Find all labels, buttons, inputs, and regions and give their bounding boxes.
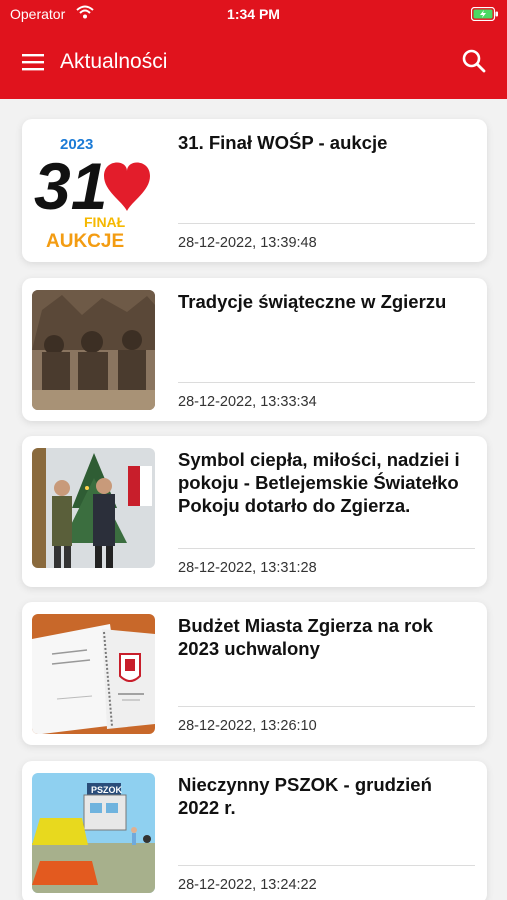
news-date: 28-12-2022, 13:39:48 xyxy=(178,235,317,251)
archival-photo xyxy=(32,290,155,410)
battery-icon xyxy=(470,6,499,24)
status-bar: Operator 1:34 PM xyxy=(0,0,507,28)
divider xyxy=(178,223,475,224)
news-thumbnail: PSZOK xyxy=(32,773,155,893)
news-item[interactable]: 2023 31 FINAŁ AUKCJE 31. Finał WOŚP - au… xyxy=(22,119,487,262)
menu-button[interactable] xyxy=(20,50,48,74)
search-icon xyxy=(462,49,486,73)
document-photo xyxy=(32,614,155,734)
news-date: 28-12-2022, 13:33:34 xyxy=(178,394,317,410)
app-bar: Operator 1:34 PM Aktualności xyxy=(0,0,507,99)
divider xyxy=(178,865,475,866)
news-thumbnail xyxy=(32,614,155,734)
news-title: 31. Finał WOŚP - aukcje xyxy=(178,132,388,153)
news-item[interactable]: Budżet Miasta Zgierza na rok 2023 uchwal… xyxy=(22,602,487,745)
pszok-illustration: PSZOK xyxy=(32,773,155,893)
news-title: Budżet Miasta Zgierza na rok 2023 uchwal… xyxy=(178,615,433,659)
news-thumbnail: 2023 31 FINAŁ AUKCJE xyxy=(32,131,155,251)
news-title: Tradycje świąteczne w Zgierzu xyxy=(178,291,447,312)
divider xyxy=(178,706,475,707)
svg-text:31: 31 xyxy=(34,149,107,223)
news-item[interactable]: Symbol ciepła, miłości, nadziei i pokoju… xyxy=(22,436,487,587)
news-thumbnail xyxy=(32,290,155,410)
clock: 1:34 PM xyxy=(227,6,280,22)
svg-text:AUKCJE: AUKCJE xyxy=(46,231,124,251)
news-item[interactable]: PSZOK Nieczynny PSZOK - grudzień 2022 r.… xyxy=(22,761,487,900)
search-button[interactable] xyxy=(459,46,489,76)
news-title: Symbol ciepła, miłości, nadziei i pokoju… xyxy=(178,449,460,516)
page-title: Aktualności xyxy=(60,50,168,73)
news-date: 28-12-2022, 13:31:28 xyxy=(178,560,317,576)
svg-text:PSZOK: PSZOK xyxy=(91,785,123,795)
svg-text:FINAŁ: FINAŁ xyxy=(84,214,126,230)
wosp-aukcje-logo: 2023 31 FINAŁ AUKCJE xyxy=(32,131,155,251)
news-date: 28-12-2022, 13:26:10 xyxy=(178,718,317,734)
news-thumbnail xyxy=(32,448,155,568)
news-list[interactable]: 2023 31 FINAŁ AUKCJE 31. Finał WOŚP - au… xyxy=(0,99,507,900)
divider xyxy=(178,548,475,549)
divider xyxy=(178,382,475,383)
event-photo xyxy=(32,448,155,568)
news-title: Nieczynny PSZOK - grudzień 2022 r. xyxy=(178,774,432,818)
news-item[interactable]: Tradycje świąteczne w Zgierzu 28-12-2022… xyxy=(22,278,487,421)
news-date: 28-12-2022, 13:24:22 xyxy=(178,877,317,893)
hamburger-menu-icon xyxy=(22,54,44,71)
